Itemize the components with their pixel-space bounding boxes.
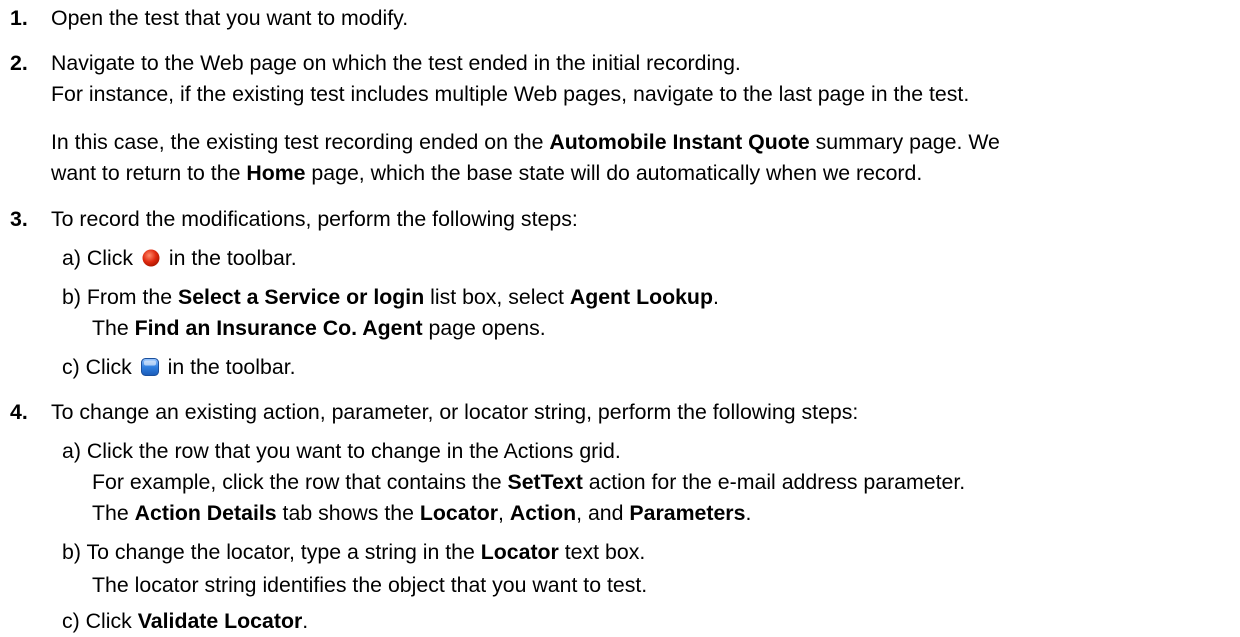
ui-term: Find an Insurance Co. Agent (134, 316, 423, 340)
step-number: 2. (10, 51, 28, 75)
ui-term: SetText (507, 470, 583, 494)
record-icon (141, 246, 161, 277)
step-text: For instance, if the existing test inclu… (51, 82, 970, 106)
ui-term: Locator (480, 540, 559, 564)
ui-term: Action Details (134, 501, 277, 525)
substep-label: a) (62, 439, 81, 463)
substep-label: b) (62, 540, 81, 564)
step-text: To record the modifications, perform the… (51, 207, 578, 231)
substep-text: c) Click in the toolbar. (62, 352, 296, 386)
substep-label: c) (62, 609, 80, 633)
step-text: Navigate to the Web page on which the te… (51, 51, 741, 75)
substep-text: The Find an Insurance Co. Agent page ope… (92, 316, 546, 340)
stop-icon (140, 355, 160, 386)
ui-term: Action (509, 501, 577, 525)
step-number: 1. (10, 6, 28, 30)
document-page: 1. Open the test that you want to modify… (0, 0, 1240, 637)
substep-text: b) From the Select a Service or login li… (62, 285, 719, 309)
substep-text: For example, click the row that contains… (92, 470, 966, 494)
substep-text: c) Click Validate Locator. (62, 609, 309, 633)
substep-text: b) To change the locator, type a string … (62, 540, 646, 564)
ui-term: Home (246, 161, 306, 185)
paragraph-text: In this case, the existing test recordin… (51, 130, 1000, 154)
ui-term: Agent Lookup (569, 285, 713, 309)
substep-label: c) (62, 355, 80, 379)
step-number: 3. (10, 207, 28, 231)
substep-text: The locator string identifies the object… (92, 573, 648, 597)
substep-label: b) (62, 285, 81, 309)
substep-text: The Action Details tab shows the Locator… (92, 501, 752, 525)
ui-term: Validate Locator (137, 609, 303, 633)
paragraph-text: want to return to the Home page, which t… (51, 161, 923, 185)
step-text: Open the test that you want to modify. (51, 6, 409, 30)
ui-term: Locator (419, 501, 498, 525)
substep-text: a) Click in the toolbar. (62, 243, 297, 277)
ui-term: Select a Service or login (178, 285, 425, 309)
ui-term: Parameters (629, 501, 746, 525)
substep-text: a) Click the row that you want to change… (62, 439, 621, 463)
step-text: To change an existing action, parameter,… (51, 400, 859, 424)
ui-term: Automobile Instant Quote (549, 130, 810, 154)
step-number: 4. (10, 400, 28, 424)
substep-label: a) (62, 246, 81, 270)
